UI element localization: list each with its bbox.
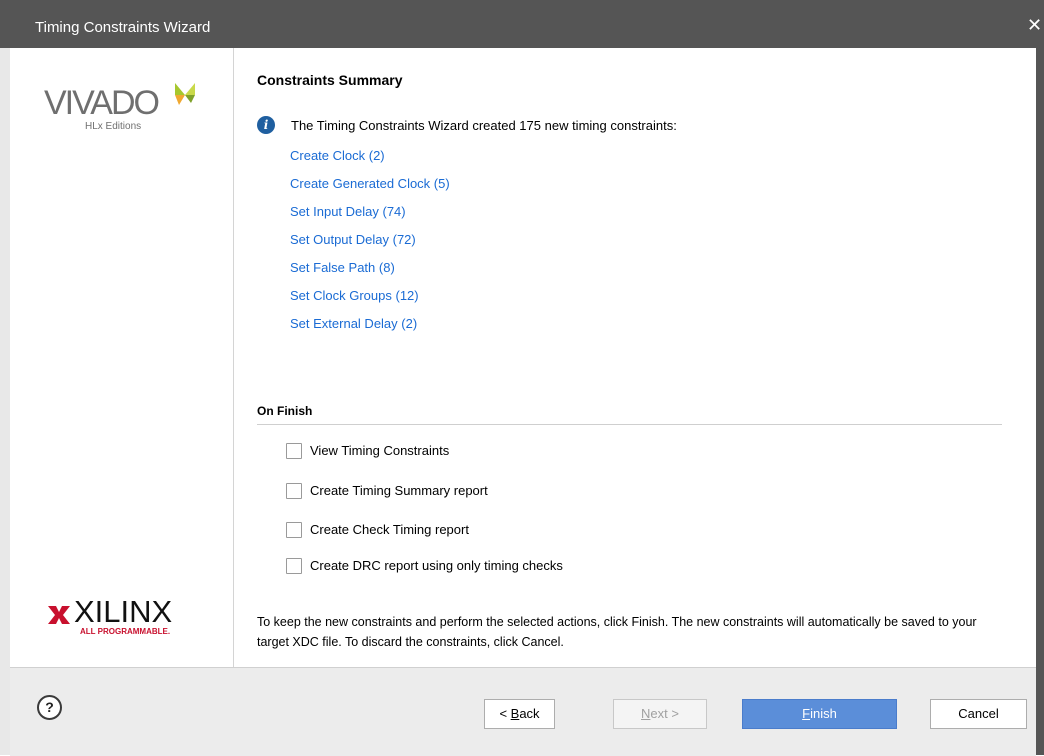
section-divider (257, 424, 1002, 425)
title-bar: Timing Constraints Wizard ✕ (0, 0, 1044, 48)
finish-rest: inish (810, 706, 837, 721)
xilinx-logo-subtitle: ALL PROGRAMMABLE. (80, 627, 171, 636)
finish-button[interactable]: Finish (742, 699, 897, 729)
on-finish-label: On Finish (257, 404, 313, 418)
checkbox-label: Create Check Timing report (310, 522, 469, 537)
link-set-external-delay[interactable]: Set External Delay (2) (290, 316, 417, 331)
window-title: Timing Constraints Wizard (35, 19, 211, 36)
xilinx-mark-icon (48, 606, 70, 624)
vivado-mark-icon (175, 83, 195, 105)
checkbox-label: View Timing Constraints (310, 443, 450, 458)
link-set-input-delay[interactable]: Set Input Delay (74) (290, 204, 406, 219)
wizard-content: Constraints Summary i The Timing Constra… (234, 48, 1036, 667)
xilinx-logo: XILINX ALL PROGRAMMABLE. (40, 594, 200, 648)
next-rest: ext > (650, 706, 679, 721)
checkbox[interactable] (286, 483, 302, 499)
info-text: The Timing Constraints Wizard created 17… (291, 118, 677, 133)
finish-instructions: To keep the new constraints and perform … (257, 615, 977, 649)
cancel-button[interactable]: Cancel (930, 699, 1027, 729)
window-frame-right (1036, 48, 1044, 755)
page-title: Constraints Summary (257, 72, 403, 88)
link-set-false-path[interactable]: Set False Path (8) (290, 260, 395, 275)
back-button[interactable]: < Back (484, 699, 555, 729)
close-icon[interactable]: ✕ (1027, 15, 1042, 35)
info-icon: i (257, 116, 275, 134)
next-mnemonic: N (641, 706, 651, 721)
next-button[interactable]: Next > (613, 699, 707, 729)
checkbox[interactable] (286, 522, 302, 538)
checkbox-label: Create DRC report using only timing chec… (310, 558, 563, 573)
checkbox-label: Create Timing Summary report (310, 483, 488, 498)
vivado-logo: VIVADO HLx Editions (44, 83, 195, 145)
link-create-generated-clock[interactable]: Create Generated Clock (5) (290, 176, 450, 191)
checkbox[interactable] (286, 558, 302, 574)
button-bar: ? < Back Next > Finish Cancel (10, 667, 1036, 756)
link-set-output-delay[interactable]: Set Output Delay (72) (290, 232, 416, 247)
vivado-logo-subtitle: HLx Editions (85, 121, 142, 132)
link-set-clock-groups[interactable]: Set Clock Groups (12) (290, 288, 419, 303)
checkbox[interactable] (286, 443, 302, 459)
finish-mnemonic: F (802, 706, 811, 721)
wizard-sidebar: VIVADO HLx Editions XILINX ALL PROGRAMMA… (10, 48, 234, 667)
window-frame-left (0, 48, 10, 755)
xilinx-logo-text: XILINX (74, 594, 173, 629)
link-create-clock[interactable]: Create Clock (2) (290, 148, 385, 163)
back-rest: ack (519, 706, 540, 721)
back-prefix: < (499, 706, 511, 721)
help-button[interactable]: ? (37, 695, 62, 720)
vivado-logo-text: VIVADO (44, 84, 160, 122)
